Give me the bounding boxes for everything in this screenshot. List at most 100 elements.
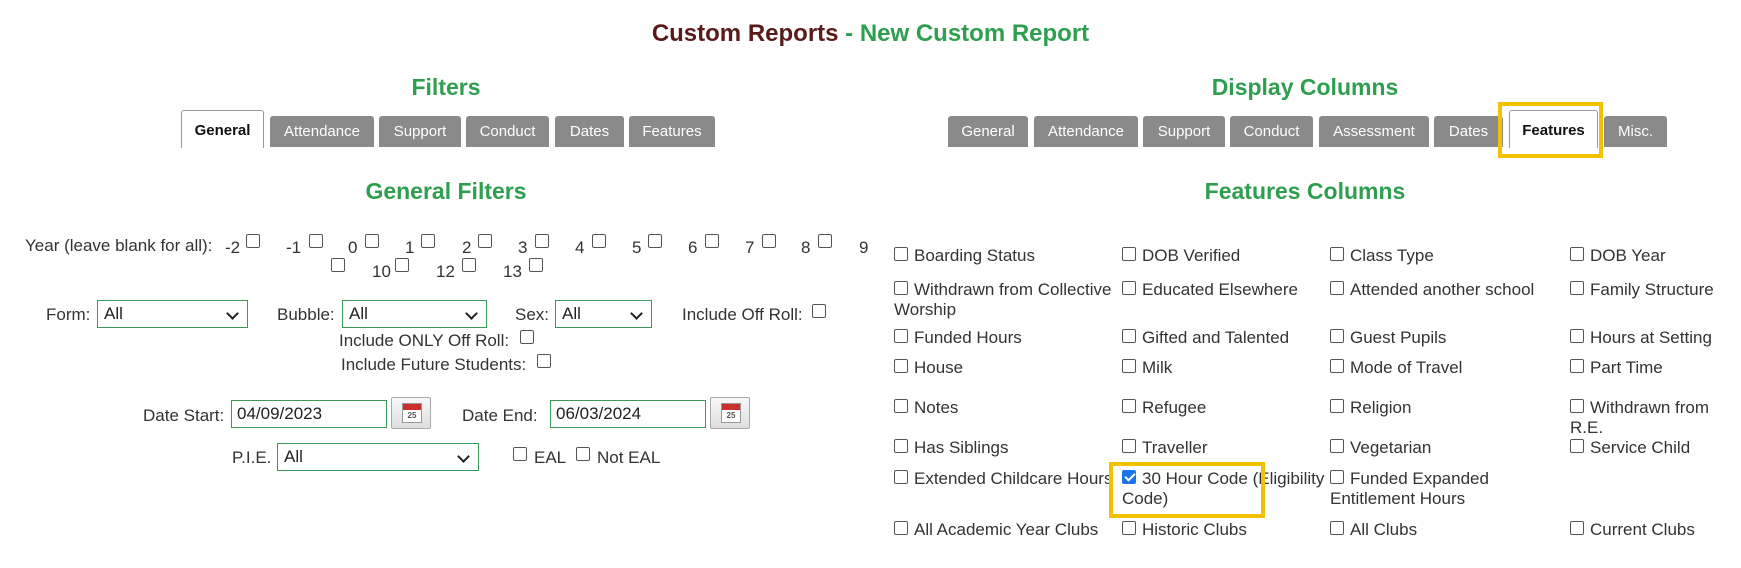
display-tab-attendance[interactable]: Attendance — [1034, 116, 1138, 147]
feature-column-checkbox[interactable] — [894, 470, 908, 484]
feature-column-checkbox[interactable] — [894, 281, 908, 295]
feature-column-label: Refugee — [1142, 398, 1207, 417]
feature-column-checkbox[interactable] — [1122, 359, 1136, 373]
feature-column-item: Religion — [1330, 398, 1566, 418]
feature-column-checkbox[interactable] — [1570, 521, 1584, 535]
year-checkbox-9[interactable] — [331, 258, 345, 272]
feature-column-checkbox[interactable] — [894, 329, 908, 343]
display-tab-misc[interactable]: Misc. — [1604, 116, 1667, 147]
filter-tab-general[interactable]: General — [181, 110, 264, 148]
date-start-input[interactable]: 04/09/2023 — [231, 400, 387, 428]
display-tab-assessment[interactable]: Assessment — [1319, 116, 1429, 147]
feature-column-checkbox[interactable] — [1570, 439, 1584, 453]
feature-column-checkbox[interactable] — [1330, 439, 1344, 453]
feature-column-checkbox[interactable] — [894, 359, 908, 373]
feature-column-checkbox[interactable] — [1330, 521, 1344, 535]
calendar-icon: 25 — [402, 403, 422, 423]
year-checkbox--2[interactable] — [246, 234, 260, 248]
filter-tab-dates[interactable]: Dates — [555, 116, 624, 147]
cut-off-row — [0, 558, 1741, 568]
year-checkbox-2[interactable] — [478, 234, 492, 248]
feature-column-checkbox[interactable] — [1330, 399, 1344, 413]
year-checkbox-6[interactable] — [705, 234, 719, 248]
display-tab-dates[interactable]: Dates — [1434, 116, 1503, 147]
feature-column-label: Hours at Setting — [1590, 328, 1712, 347]
include-future-checkbox[interactable] — [537, 354, 551, 368]
feature-column-checkbox[interactable] — [1570, 399, 1584, 413]
year-checkbox-1[interactable] — [421, 234, 435, 248]
page-title-separator: - — [838, 20, 860, 47]
feature-column-checkbox[interactable] — [1122, 470, 1136, 484]
include-only-off-roll-checkbox[interactable] — [520, 330, 534, 344]
feature-column-item: DOB Year — [1570, 246, 1740, 266]
pie-select[interactable]: All — [277, 443, 479, 471]
feature-column-item: Vegetarian — [1330, 438, 1566, 458]
year-label-5: 5 — [632, 238, 642, 257]
form-select[interactable]: All — [97, 300, 248, 328]
feature-column-item: Attended another school — [1330, 280, 1566, 300]
include-off-roll-checkbox[interactable] — [812, 304, 826, 318]
feature-column-label: DOB Verified — [1142, 246, 1241, 265]
feature-column-item: Funded Expanded Entitlement Hours — [1330, 469, 1566, 509]
feature-column-checkbox[interactable] — [1570, 329, 1584, 343]
display-columns-heading: Display Columns — [1211, 74, 1399, 100]
feature-column-label: Withdrawn from Collective Worship — [894, 280, 1112, 319]
feature-column-label: Class Type — [1350, 246, 1434, 265]
feature-column-label: Funded Hours — [914, 328, 1022, 347]
year-checkbox-8[interactable] — [818, 234, 832, 248]
date-end-calendar-button[interactable]: 25 — [710, 397, 750, 429]
feature-column-checkbox[interactable] — [1330, 247, 1344, 261]
filter-tab-attendance[interactable]: Attendance — [270, 116, 374, 147]
year-checkbox-3[interactable] — [535, 234, 549, 248]
year-label-9: 9 — [859, 238, 869, 257]
feature-column-checkbox[interactable] — [1122, 329, 1136, 343]
year-checkbox-5[interactable] — [648, 234, 662, 248]
feature-column-checkbox[interactable] — [1330, 359, 1344, 373]
sex-select[interactable]: All — [555, 300, 652, 328]
feature-column-checkbox[interactable] — [1330, 329, 1344, 343]
feature-column-checkbox[interactable] — [1330, 281, 1344, 295]
feature-column-checkbox[interactable] — [1122, 439, 1136, 453]
filter-tab-features[interactable]: Features — [629, 116, 715, 147]
feature-column-checkbox[interactable] — [894, 247, 908, 261]
year-checkbox--1[interactable] — [309, 234, 323, 248]
feature-column-checkbox[interactable] — [1122, 281, 1136, 295]
year-checkbox-12[interactable] — [462, 258, 476, 272]
feature-column-label: Religion — [1350, 398, 1412, 417]
feature-column-checkbox[interactable] — [1330, 470, 1344, 484]
feature-column-checkbox[interactable] — [894, 521, 908, 535]
year-label-10: 10 — [372, 262, 391, 281]
feature-column-checkbox[interactable] — [1122, 399, 1136, 413]
eal-checkbox[interactable] — [513, 447, 527, 461]
display-tab-conduct[interactable]: Conduct — [1230, 116, 1313, 147]
page-title-main: Custom Reports — [651, 20, 839, 47]
date-start-calendar-button[interactable]: 25 — [391, 397, 431, 429]
year-label-2: 2 — [462, 238, 472, 257]
year-label-13: 13 — [503, 262, 522, 281]
year-checkbox-4[interactable] — [592, 234, 606, 248]
year-checkbox-0[interactable] — [365, 234, 379, 248]
feature-column-checkbox[interactable] — [1570, 281, 1584, 295]
filter-tab-conduct[interactable]: Conduct — [466, 116, 549, 147]
year-checkbox-13[interactable] — [529, 258, 543, 272]
feature-column-checkbox[interactable] — [1570, 359, 1584, 373]
year-label-1: 1 — [405, 238, 415, 257]
filter-tab-support[interactable]: Support — [379, 116, 461, 147]
display-tab-support[interactable]: Support — [1143, 116, 1225, 147]
bubble-select[interactable]: All — [342, 300, 487, 328]
feature-column-checkbox[interactable] — [1570, 247, 1584, 261]
feature-column-label: Funded Expanded Entitlement Hours — [1330, 469, 1489, 508]
date-end-input[interactable]: 06/03/2024 — [550, 400, 706, 428]
feature-column-checkbox[interactable] — [894, 399, 908, 413]
year-checkbox-10[interactable] — [395, 258, 409, 272]
year-label-8: 8 — [801, 238, 811, 257]
display-tab-general[interactable]: General — [948, 116, 1028, 147]
feature-column-label: Guest Pupils — [1350, 328, 1447, 347]
year-checkbox-7[interactable] — [762, 234, 776, 248]
feature-column-checkbox[interactable] — [1122, 521, 1136, 535]
display-tab-features[interactable]: Features — [1509, 110, 1598, 148]
year-label--2: -2 — [225, 238, 241, 257]
not-eal-checkbox[interactable] — [576, 447, 590, 461]
feature-column-checkbox[interactable] — [894, 439, 908, 453]
feature-column-checkbox[interactable] — [1122, 247, 1136, 261]
